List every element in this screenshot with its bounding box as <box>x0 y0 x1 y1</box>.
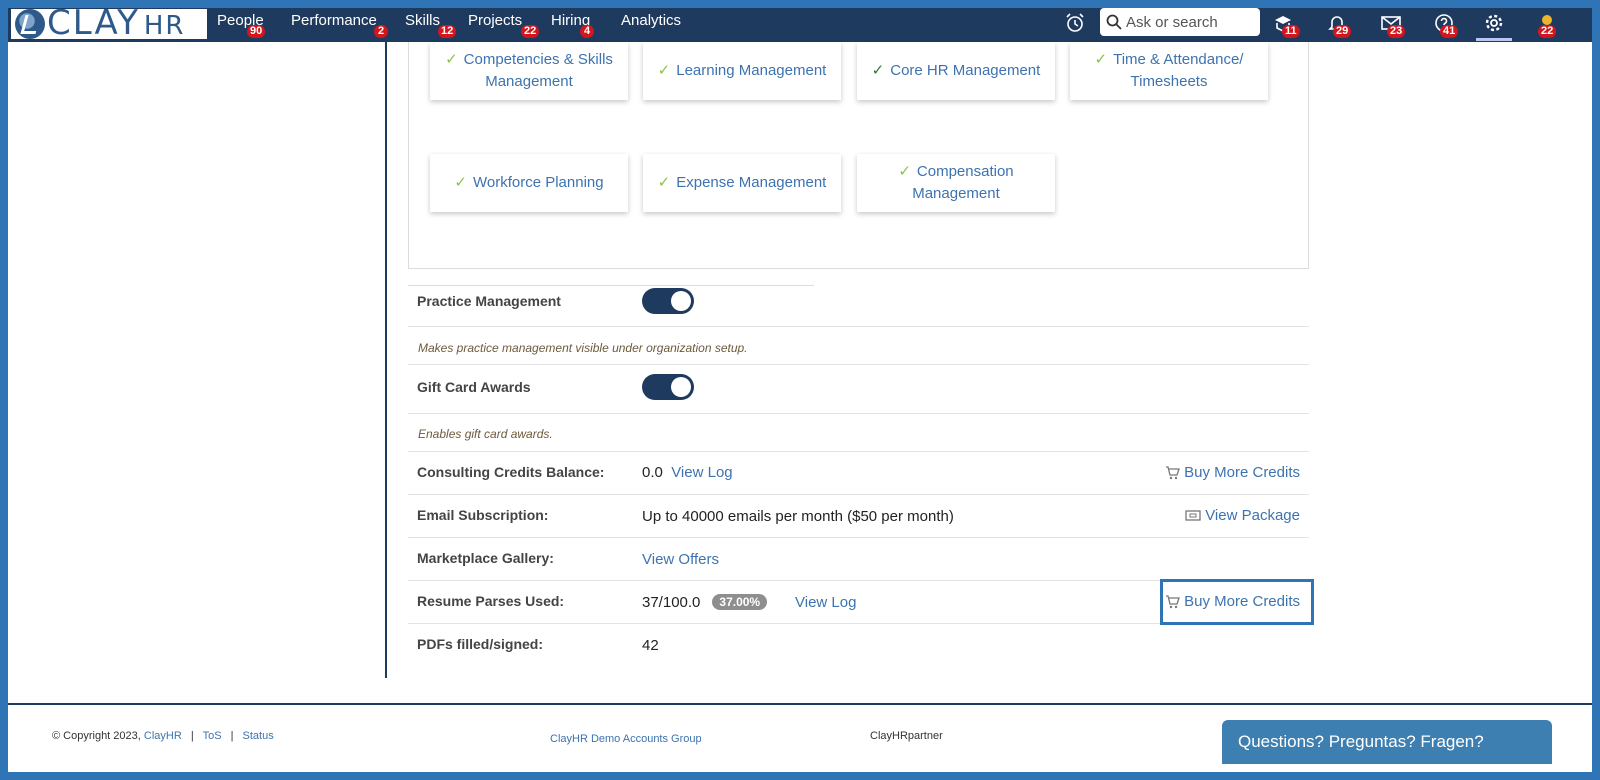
footer-company-link[interactable]: ClayHR <box>144 730 182 742</box>
footer-partner: ClayHRpartner <box>870 730 943 742</box>
consulting-buy-more-credits-link[interactable]: Buy More Credits <box>1165 464 1300 481</box>
marketplace-label: Marketplace Gallery: <box>417 550 554 566</box>
gift-card-desc-row: Enables gift card awards. <box>408 414 1309 452</box>
feature-card[interactable]: ✓ Time & Attendance/ Timesheets <box>1070 42 1268 100</box>
hiring-badge: 4 <box>580 25 594 38</box>
content-left-rule <box>385 42 387 678</box>
consulting-credits-row: Consulting Credits Balance: 0.0 View Log… <box>408 452 1309 495</box>
projects-badge: 22 <box>521 25 540 38</box>
chat-widget-label: Questions? Preguntas? Fragen? <box>1238 732 1484 751</box>
email-subscription-row: Email Subscription: Up to 40000 emails p… <box>408 495 1309 538</box>
view-offers-link[interactable]: View Offers <box>642 551 719 568</box>
check-icon: ✓ <box>454 174 467 191</box>
search-icon <box>1106 14 1122 30</box>
people-badge: 90 <box>247 25 266 38</box>
feature-card[interactable]: ✓ Compensation Management <box>857 154 1055 212</box>
feature-card[interactable]: ✓ Core HR Management <box>857 42 1055 100</box>
skills-badge: 12 <box>438 25 457 38</box>
practice-management-label: Practice Management <box>417 293 561 309</box>
feature-card[interactable]: ✓ Expense Management <box>643 154 841 212</box>
mail-badge: 23 <box>1387 25 1406 38</box>
footer-status-link[interactable]: Status <box>243 730 274 742</box>
practice-management-description: Makes practice management visible under … <box>418 341 748 355</box>
learning-badge: 11 <box>1282 25 1300 38</box>
alarm-clock-icon[interactable] <box>1064 12 1086 34</box>
footer-links: © Copyright 2023, ClayHR | ToS | Status <box>52 730 274 742</box>
check-icon: ✓ <box>898 163 911 180</box>
logo-mark-icon <box>15 9 45 39</box>
notifications-badge: 29 <box>1333 25 1352 38</box>
footer-group-link[interactable]: ClayHR Demo Accounts Group <box>550 733 702 745</box>
settings-active-indicator <box>1476 38 1512 41</box>
gift-card-description: Enables gift card awards. <box>418 427 553 441</box>
clayhr-logo[interactable]: CLAY HR <box>11 8 207 43</box>
pdfs-row: PDFs filled/signed: 42 <box>408 624 1309 667</box>
pdfs-label: PDFs filled/signed: <box>417 636 544 652</box>
top-nav: CLAY HR People 90 Performance 2 Skills 12… <box>8 8 1592 42</box>
gear-icon[interactable] <box>1483 12 1505 34</box>
check-icon: ✓ <box>445 51 458 68</box>
nav-projects[interactable]: Projects <box>468 12 522 30</box>
search-placeholder: Ask or search <box>1126 13 1218 31</box>
footer-tos-link[interactable]: ToS <box>203 730 222 742</box>
view-package-link[interactable]: View Package <box>1185 507 1300 524</box>
check-icon: ✓ <box>871 62 885 79</box>
email-subscription-value: Up to 40000 emails per month ($50 per mo… <box>642 508 954 525</box>
resume-view-log-link[interactable]: View Log <box>795 594 856 611</box>
gift-card-toggle[interactable] <box>642 374 694 400</box>
focus-highlight <box>1160 579 1314 625</box>
app-frame: CLAY HR People 90 Performance 2 Skills 12… <box>8 8 1592 772</box>
gift-card-row: Gift Card Awards <box>408 365 1309 414</box>
check-icon: ✓ <box>657 62 671 79</box>
practice-management-toggle[interactable] <box>642 288 694 314</box>
check-icon: ✓ <box>1094 51 1108 68</box>
profile-badge: 22 <box>1538 25 1557 38</box>
email-subscription-label: Email Subscription: <box>417 507 549 523</box>
feature-card[interactable]: ✓ Competencies & Skills Management <box>430 42 628 100</box>
logo-text: CLAY HR <box>47 8 186 43</box>
nav-performance[interactable]: Performance <box>291 12 377 30</box>
consulting-credits-label: Consulting Credits Balance: <box>417 464 605 480</box>
package-icon <box>1185 510 1201 521</box>
practice-management-row: Practice Management <box>408 278 1309 327</box>
search-input[interactable]: Ask or search <box>1100 8 1260 36</box>
marketplace-row: Marketplace Gallery: View Offers <box>408 538 1309 581</box>
feature-card[interactable]: ✓ Workforce Planning <box>430 154 628 212</box>
features-panel: ✓ Competencies & Skills Management ✓ Learn… <box>408 42 1309 269</box>
resume-parses-value: 37/100.0 37.00% <box>642 594 768 611</box>
nav-skills[interactable]: Skills <box>405 12 440 30</box>
feature-card[interactable]: ✓ Learning Management <box>643 42 841 100</box>
help-badge: 41 <box>1440 25 1459 38</box>
resume-parses-label: Resume Parses Used: <box>417 593 565 609</box>
nav-analytics[interactable]: Analytics <box>621 12 681 30</box>
cart-icon <box>1166 465 1181 479</box>
resume-percent-badge: 37.00% <box>712 594 768 610</box>
practice-management-desc-row: Makes practice management visible under … <box>408 327 1309 365</box>
consulting-credits-value: 0.0 View Log <box>642 464 733 481</box>
gift-card-label: Gift Card Awards <box>417 379 531 395</box>
consulting-view-log-link[interactable]: View Log <box>671 464 732 481</box>
chat-widget-button[interactable]: Questions? Preguntas? Fragen? <box>1222 720 1552 764</box>
pdfs-value: 42 <box>642 637 659 654</box>
check-icon: ✓ <box>657 174 671 191</box>
performance-badge: 2 <box>374 25 388 38</box>
